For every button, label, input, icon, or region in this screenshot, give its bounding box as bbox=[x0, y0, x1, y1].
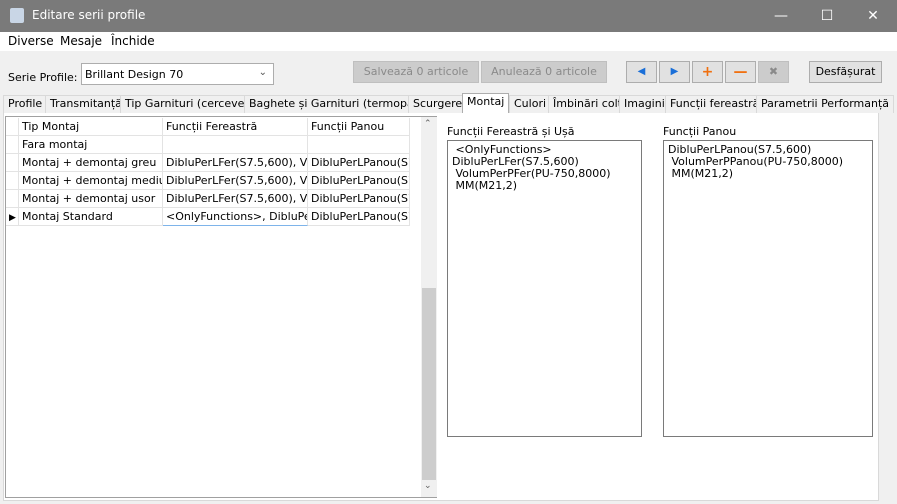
tab-baghete[interactable]: Baghete și Garnituri (termopan) bbox=[244, 95, 430, 113]
tab-imbinari[interactable]: Îmbinări colț bbox=[548, 95, 627, 113]
vertical-scrollbar[interactable]: ⌃ ⌄ bbox=[421, 117, 437, 497]
serie-label: Serie Profile: bbox=[8, 71, 78, 84]
table-row[interactable]: Montaj + demontaj usor DibluPerLFer(S7.5,… bbox=[6, 190, 410, 208]
table-cell[interactable]: Montaj Standard bbox=[19, 208, 163, 226]
header-functii-fereastra[interactable]: Funcții Fereastră bbox=[163, 118, 308, 136]
table-cell[interactable] bbox=[308, 136, 410, 154]
next-button[interactable]: ▶ bbox=[659, 61, 690, 83]
menu-diverse[interactable]: Diverse bbox=[8, 34, 54, 48]
serie-value: Brillant Design 70 bbox=[85, 68, 184, 81]
window-title: Editare serii profile bbox=[32, 8, 146, 22]
save-button[interactable]: Salvează 0 articole bbox=[353, 61, 479, 83]
table-cell[interactable]: DibluPerLPanou(S7.5,600) bbox=[308, 154, 410, 172]
arrow-left-icon: ◀ bbox=[637, 66, 646, 77]
table-cell[interactable]: DibluPerLPanou(S7.5,600) bbox=[308, 172, 410, 190]
scroll-up-icon[interactable]: ⌃ bbox=[424, 119, 432, 129]
row-indicator-icon: ▶ bbox=[9, 213, 16, 223]
table-cell[interactable]: DibluPerLFer(S7.5,600), VolumPerPFer(PU-… bbox=[163, 172, 308, 190]
minimize-button[interactable]: — bbox=[758, 0, 804, 32]
tab-culori[interactable]: Culori bbox=[509, 95, 552, 113]
table-cell[interactable]: Montaj + demontaj mediu bbox=[19, 172, 163, 190]
header-functii-panou[interactable]: Funcții Panou bbox=[308, 118, 410, 136]
clear-button[interactable]: ✖ bbox=[758, 61, 789, 83]
window-functions-textarea[interactable]: <OnlyFunctions> DibluPerLFer(S7.5,600) V… bbox=[447, 140, 642, 437]
table-row[interactable]: Fara montaj bbox=[6, 136, 410, 154]
table-row[interactable]: Montaj + demontaj mediu DibluPerLFer(S7.5… bbox=[6, 172, 410, 190]
app-icon bbox=[10, 8, 24, 23]
tab-transmitanta[interactable]: Transmitanță bbox=[45, 95, 127, 113]
scrollbar-thumb[interactable] bbox=[422, 288, 436, 480]
delete-button[interactable]: — bbox=[725, 61, 756, 83]
add-button[interactable]: + bbox=[692, 61, 723, 83]
header-tip-montaj[interactable]: Tip Montaj bbox=[19, 118, 163, 136]
arrow-right-icon: ▶ bbox=[670, 66, 679, 77]
table-cell[interactable]: <OnlyFunctions>, DibluPerLFer(S7.5,600) bbox=[163, 208, 308, 226]
panel-functions-label: Funcții Panou bbox=[663, 125, 737, 138]
plus-icon: + bbox=[701, 64, 714, 80]
serie-select[interactable]: Brillant Design 70 ⌄ bbox=[81, 63, 274, 85]
tab-tip-garnituri[interactable]: Tip Garnituri (cercevea) bbox=[120, 95, 261, 113]
minus-icon: — bbox=[733, 64, 748, 80]
menu-mesaje[interactable]: Mesaje bbox=[60, 34, 102, 48]
title-bar: Editare serii profile — ☐ ✕ bbox=[0, 0, 897, 32]
montaj-grid: Tip Montaj Funcții Fereastră Funcții Pan… bbox=[5, 116, 437, 498]
table-row[interactable]: Montaj + demontaj greu DibluPerLFer(S7.5,… bbox=[6, 154, 410, 172]
tab-imagini[interactable]: Imagini bbox=[619, 95, 670, 113]
tab-montaj[interactable]: Montaj bbox=[462, 93, 510, 113]
table-cell[interactable]: DibluPerLPanou(S7.5,600) bbox=[308, 190, 410, 208]
x-icon: ✖ bbox=[768, 65, 779, 78]
panel-functions-textarea[interactable]: DibluPerLPanou(S7.5,600) VolumPerPPanou(… bbox=[663, 140, 873, 437]
tab-profile[interactable]: Profile bbox=[3, 95, 48, 113]
table-cell[interactable]: DibluPerLPanou(S7.5,600) bbox=[308, 208, 410, 226]
grid-header: Tip Montaj Funcții Fereastră Funcții Pan… bbox=[6, 118, 410, 136]
menu-bar: Diverse Mesaje Închide bbox=[0, 32, 897, 51]
menu-inchide[interactable]: Închide bbox=[111, 34, 155, 48]
close-button[interactable]: ✕ bbox=[850, 0, 896, 32]
table-cell[interactable]: Montaj + demontaj greu bbox=[19, 154, 163, 172]
scroll-down-icon[interactable]: ⌄ bbox=[424, 481, 432, 491]
tab-parametrii[interactable]: Parametrii Performanță bbox=[756, 95, 895, 113]
expand-button[interactable]: Desfășurat bbox=[809, 61, 882, 83]
tab-functii-fereastra[interactable]: Funcții fereastră bbox=[665, 95, 765, 113]
cancel-button[interactable]: Anulează 0 articole bbox=[481, 61, 607, 83]
table-row[interactable]: ▶Montaj Standard<OnlyFunctions>, DibluPe… bbox=[6, 208, 410, 226]
table-cell[interactable] bbox=[163, 136, 308, 154]
window-functions-label: Funcții Fereastră și Ușă bbox=[447, 125, 575, 138]
prev-button[interactable]: ◀ bbox=[626, 61, 657, 83]
table-cell[interactable]: Montaj + demontaj usor bbox=[19, 190, 163, 208]
table-cell[interactable]: Fara montaj bbox=[19, 136, 163, 154]
tab-scurgere[interactable]: Scurgere bbox=[408, 95, 468, 113]
table-cell[interactable]: DibluPerLFer(S7.5,600), VolumPerPFer(PU-… bbox=[163, 154, 308, 172]
chevron-down-icon: ⌄ bbox=[258, 67, 267, 78]
table-cell[interactable]: DibluPerLFer(S7.5,600), VolumPerPFer(PU-… bbox=[163, 190, 308, 208]
maximize-button[interactable]: ☐ bbox=[804, 0, 850, 32]
